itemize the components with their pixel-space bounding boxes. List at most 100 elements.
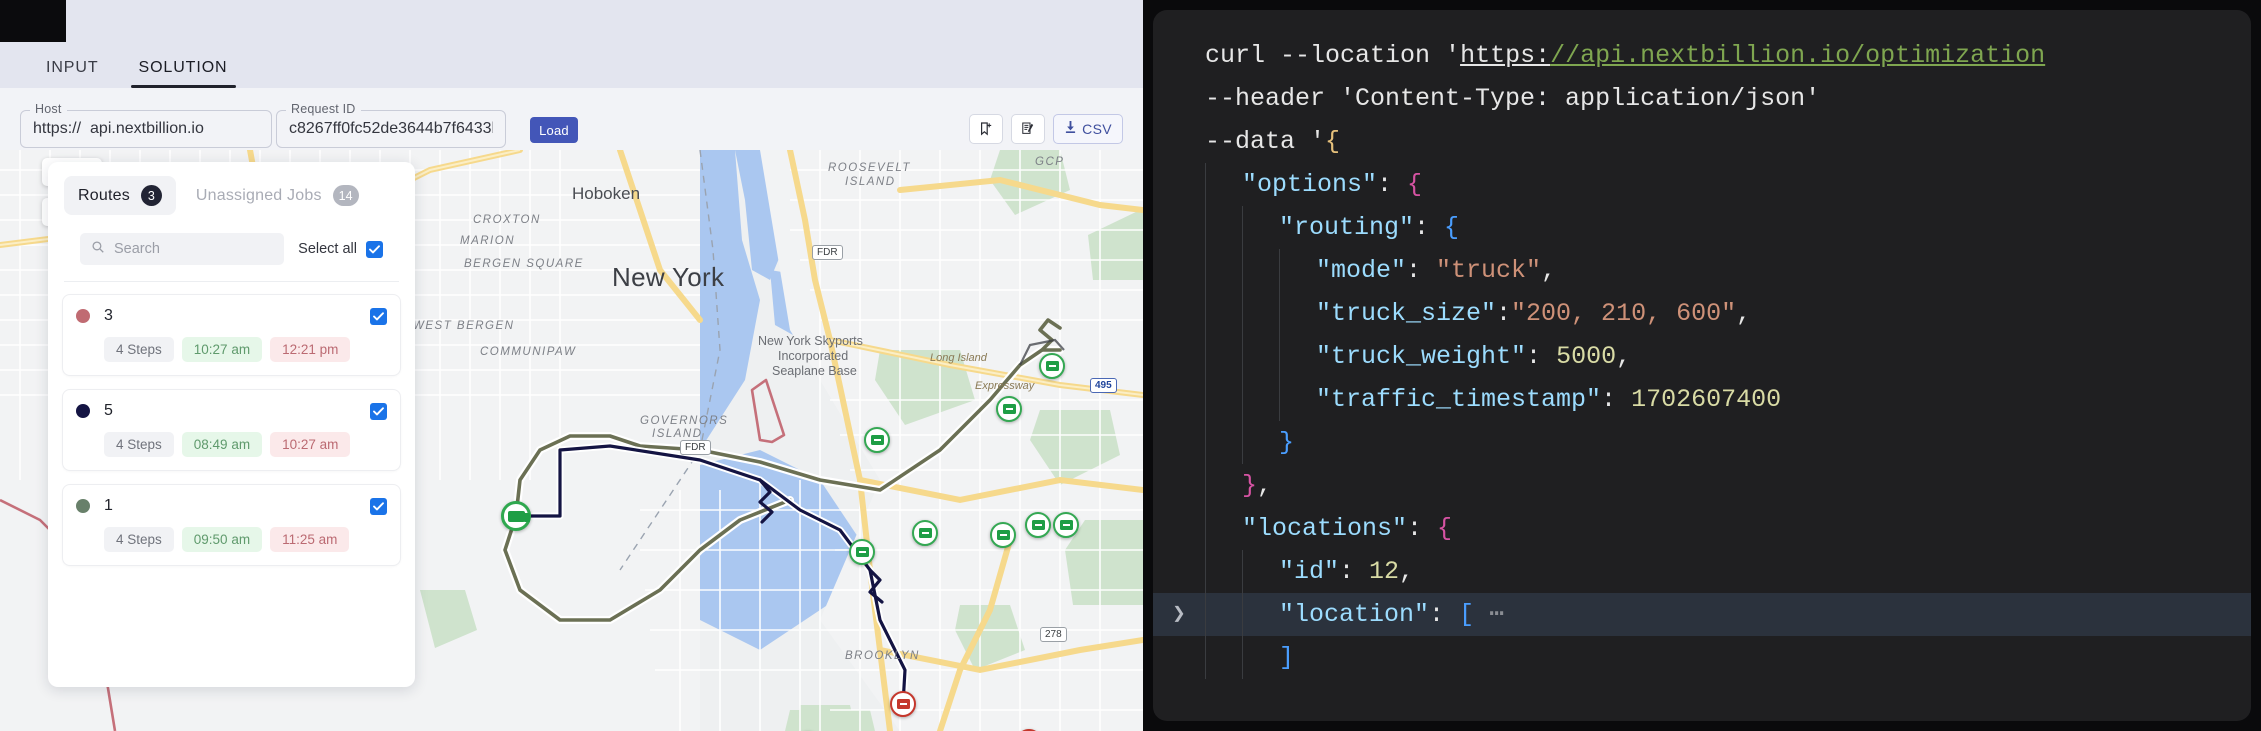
- map-job-marker[interactable]: [890, 691, 916, 717]
- package-icon: [1059, 520, 1073, 530]
- code-line[interactable]: curl --location 'https://api.nextbillion…: [1153, 34, 2251, 77]
- code-line[interactable]: ]: [1153, 636, 2251, 679]
- route-checkbox[interactable]: [370, 402, 387, 420]
- code-line-text: ]: [1205, 636, 2251, 679]
- routes-panel-header: Routes 3 Unassigned Jobs 14 Search Selec…: [48, 162, 415, 282]
- csv-download-button[interactable]: CSV: [1053, 114, 1123, 144]
- csv-label: CSV: [1082, 121, 1112, 137]
- search-row: Search Select all: [80, 233, 383, 265]
- code-line[interactable]: "truck_size":"200, 210, 600",: [1153, 292, 2251, 335]
- code-line[interactable]: --data '{: [1153, 120, 2251, 163]
- code-line[interactable]: "mode": "truck",: [1153, 249, 2251, 292]
- map-job-marker[interactable]: [1025, 512, 1051, 538]
- select-all-label: Select all: [298, 241, 357, 257]
- note-edit-icon[interactable]: [1011, 114, 1045, 144]
- code-line[interactable]: "routing": {: [1153, 206, 2251, 249]
- tab-solution[interactable]: SOLUTION: [119, 59, 248, 88]
- route-card[interactable]: 5 4 Steps 08:49 am 10:27 am: [62, 389, 401, 471]
- code-line[interactable]: "locations": {: [1153, 507, 2251, 550]
- route-checkbox[interactable]: [370, 497, 387, 515]
- code-line[interactable]: "id": 12,: [1153, 550, 2251, 593]
- route-card[interactable]: 3 4 Steps 10:27 am 12:21 pm: [62, 294, 401, 376]
- code-line-text: "truck_size":"200, 210, 600",: [1205, 292, 2251, 335]
- code-line-text: "routing": {: [1205, 206, 2251, 249]
- package-icon: [918, 528, 932, 538]
- package-icon: [896, 699, 910, 709]
- route-steps-chip: 4 Steps: [104, 337, 174, 362]
- map-route-shield: FDR: [680, 440, 711, 455]
- code-line-text: "locations": {: [1205, 507, 2251, 550]
- code-editor[interactable]: curl --location 'https://api.nextbillion…: [1153, 10, 2251, 721]
- code-fold-chevron-icon[interactable]: ❯: [1153, 593, 1205, 636]
- map-job-marker[interactable]: [912, 520, 938, 546]
- search-input[interactable]: Search: [80, 233, 285, 265]
- tab-unassigned-jobs[interactable]: Unassigned Jobs 14: [182, 176, 373, 215]
- code-line-text: "options": {: [1205, 163, 2251, 206]
- code-line[interactable]: }: [1153, 421, 2251, 464]
- code-line-text: "traffic_timestamp": 1702607400: [1205, 378, 2251, 421]
- code-line-text: "location": [ ⋯: [1205, 593, 2251, 636]
- route-card-header: 3: [76, 307, 387, 325]
- route-chips: 4 Steps 09:50 am 11:25 am: [76, 527, 387, 552]
- package-icon: [1002, 404, 1016, 414]
- map-job-marker[interactable]: [864, 427, 890, 453]
- host-prefix: https://: [33, 120, 82, 137]
- route-color-dot: [76, 404, 90, 418]
- code-lines: curl --location 'https://api.nextbillion…: [1153, 10, 2251, 721]
- map-job-marker[interactable]: [996, 396, 1022, 422]
- route-card[interactable]: 1 4 Steps 09:50 am 11:25 am: [62, 484, 401, 566]
- search-icon: [91, 240, 105, 259]
- unassigned-jobs-count-badge: 14: [332, 185, 359, 206]
- code-line-text: curl --location 'https://api.nextbillion…: [1205, 41, 2046, 70]
- load-button[interactable]: Load: [530, 117, 578, 143]
- map-depot-marker[interactable]: [501, 501, 531, 531]
- package-icon: [1045, 361, 1059, 371]
- route-checkbox[interactable]: [370, 307, 387, 325]
- request-id-label: Request ID: [286, 102, 361, 116]
- route-chips: 4 Steps 08:49 am 10:27 am: [76, 432, 387, 457]
- route-start-time-chip: 08:49 am: [181, 432, 263, 457]
- code-line-highlighted[interactable]: ❯ "location": [ ⋯: [1153, 593, 2251, 636]
- code-line-text: "truck_weight": 5000,: [1205, 335, 2251, 378]
- code-line-text: }: [1205, 421, 2251, 464]
- host-input[interactable]: api.nextbillion.io: [90, 120, 204, 138]
- code-line[interactable]: "options": {: [1153, 163, 2251, 206]
- window-notch: [0, 0, 66, 42]
- map-job-marker[interactable]: [849, 539, 875, 565]
- code-line-text: },: [1205, 464, 2251, 507]
- code-line-text: "id": 12,: [1205, 550, 2251, 593]
- window-top-strip: [0, 0, 1143, 42]
- package-icon: [855, 547, 869, 557]
- map-route-shield: 278: [1040, 627, 1067, 642]
- map-route-shield: FDR: [812, 245, 843, 260]
- code-line-text: --header 'Content-Type: application/json…: [1205, 84, 1821, 113]
- route-end-time-chip: 10:27 am: [270, 432, 351, 457]
- route-color-dot: [76, 499, 90, 513]
- search-placeholder: Search: [114, 241, 160, 257]
- select-all-control[interactable]: Select all: [298, 240, 383, 258]
- host-label: Host: [30, 102, 67, 116]
- bookmark-add-icon[interactable]: [969, 114, 1003, 144]
- route-steps-chip: 4 Steps: [104, 527, 174, 552]
- tab-input[interactable]: INPUT: [26, 59, 119, 88]
- route-card-header: 5: [76, 402, 387, 420]
- request-id-input[interactable]: c8267ff0fc52de3644b7f6433ba1: [289, 120, 493, 138]
- download-icon: [1064, 120, 1077, 139]
- host-field[interactable]: Host https:// api.nextbillion.io: [20, 102, 272, 148]
- tab-routes[interactable]: Routes 3: [64, 176, 176, 215]
- route-id: 5: [104, 402, 113, 419]
- code-line[interactable]: "truck_weight": 5000,: [1153, 335, 2251, 378]
- package-icon: [1031, 520, 1045, 530]
- map-job-marker[interactable]: [990, 522, 1016, 548]
- main-tabbar: INPUT SOLUTION: [0, 42, 1143, 88]
- route-chips: 4 Steps 10:27 am 12:21 pm: [76, 337, 387, 362]
- map-job-marker[interactable]: [1039, 353, 1065, 379]
- select-all-checkbox[interactable]: [366, 240, 383, 258]
- code-line-text: --data '{: [1205, 127, 1341, 156]
- code-line[interactable]: --header 'Content-Type: application/json…: [1153, 77, 2251, 120]
- map-job-marker[interactable]: [1053, 512, 1079, 538]
- code-line[interactable]: },: [1153, 464, 2251, 507]
- request-id-field[interactable]: Request ID c8267ff0fc52de3644b7f6433ba1: [276, 102, 506, 148]
- route-id: 1: [104, 497, 113, 514]
- code-line[interactable]: "traffic_timestamp": 1702607400: [1153, 378, 2251, 421]
